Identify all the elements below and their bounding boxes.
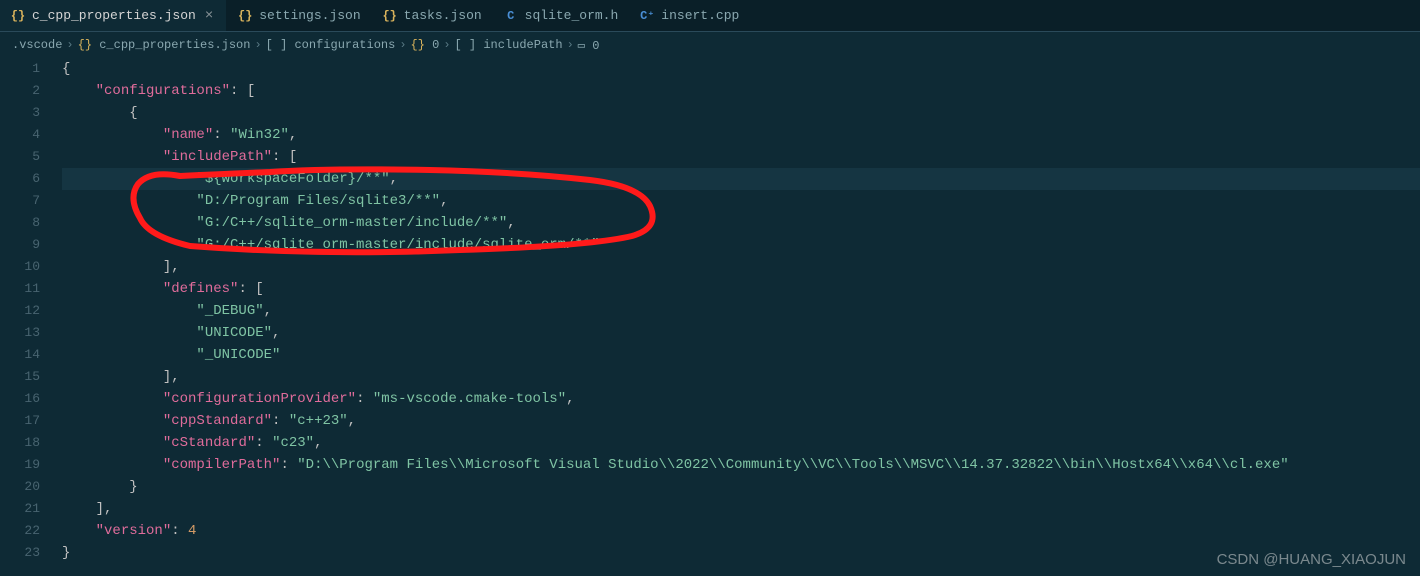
breadcrumbs[interactable]: .vscode›{} c_cpp_properties.json›[ ] con… bbox=[0, 32, 1420, 58]
file-icon: {} bbox=[10, 8, 26, 24]
code-line[interactable]: "configurationProvider": "ms-vscode.cmak… bbox=[62, 388, 1420, 410]
code-line[interactable]: "cStandard": "c23", bbox=[62, 432, 1420, 454]
code-editor[interactable]: 1234567891011121314151617181920212223 { … bbox=[0, 58, 1420, 576]
breadcrumb-item[interactable]: [ ] configurations bbox=[266, 38, 396, 52]
tab-label: sqlite_orm.h bbox=[525, 8, 619, 23]
tab-tasks-json[interactable]: {} tasks.json bbox=[372, 0, 493, 31]
breadcrumb-item[interactable]: .vscode bbox=[12, 38, 62, 52]
code-line[interactable]: } bbox=[62, 476, 1420, 498]
code-line[interactable]: ], bbox=[62, 256, 1420, 278]
editor-tabs: {}c_cpp_properties.json×{}settings.json{… bbox=[0, 0, 1420, 32]
breadcrumb-item[interactable]: ▭ 0 bbox=[578, 38, 600, 53]
breadcrumb-item[interactable]: {} 0 bbox=[411, 38, 440, 52]
tab-sqlite-orm-h[interactable]: Csqlite_orm.h bbox=[493, 0, 630, 31]
close-icon[interactable]: × bbox=[202, 8, 216, 24]
tab-label: settings.json bbox=[259, 8, 360, 23]
code-line[interactable]: "version": 4 bbox=[62, 520, 1420, 542]
code-line[interactable]: "compilerPath": "D:\\Program Files\\Micr… bbox=[62, 454, 1420, 476]
file-icon: C bbox=[503, 8, 519, 24]
code-line[interactable]: "_DEBUG", bbox=[62, 300, 1420, 322]
breadcrumb-item[interactable]: {} c_cpp_properties.json bbox=[78, 38, 251, 52]
code-line[interactable]: "defines": [ bbox=[62, 278, 1420, 300]
file-icon: {} bbox=[382, 8, 398, 24]
code-line[interactable]: ], bbox=[62, 366, 1420, 388]
code-line[interactable]: "G:/C++/sqlite_orm-master/include/sqlite… bbox=[62, 234, 1420, 256]
line-numbers: 1234567891011121314151617181920212223 bbox=[0, 58, 54, 564]
code-line[interactable]: { bbox=[62, 102, 1420, 124]
code-line[interactable]: "UNICODE", bbox=[62, 322, 1420, 344]
tab-c-cpp-properties-json[interactable]: {} c_cpp_properties.json × bbox=[0, 0, 227, 31]
code-line[interactable]: ], bbox=[62, 498, 1420, 520]
breadcrumb-item[interactable]: [ ] includePath bbox=[455, 38, 563, 52]
code-line[interactable]: "D:/Program Files/sqlite3/**", bbox=[62, 190, 1420, 212]
code-content[interactable]: { "configurations": [ { "name": "Win32",… bbox=[62, 58, 1420, 564]
tab-insert-cpp[interactable]: C⁺ insert.cpp bbox=[629, 0, 750, 31]
code-line[interactable]: "name": "Win32", bbox=[62, 124, 1420, 146]
tab-label: insert.cpp bbox=[661, 8, 739, 23]
code-line[interactable]: "configurations": [ bbox=[62, 80, 1420, 102]
code-line[interactable]: "G:/C++/sqlite_orm-master/include/**", bbox=[62, 212, 1420, 234]
code-line[interactable]: "includePath": [ bbox=[62, 146, 1420, 168]
file-icon: C⁺ bbox=[639, 8, 655, 24]
tab-label: c_cpp_properties.json bbox=[32, 8, 196, 23]
tab-label: tasks.json bbox=[404, 8, 482, 23]
code-line[interactable]: { bbox=[62, 58, 1420, 80]
code-line[interactable]: "_UNICODE" bbox=[62, 344, 1420, 366]
code-line[interactable]: "cppStandard": "c++23", bbox=[62, 410, 1420, 432]
file-icon: {} bbox=[237, 8, 253, 24]
tab-settings-json[interactable]: {} settings.json bbox=[227, 0, 371, 31]
code-line[interactable]: "${workspaceFolder}/**", bbox=[62, 168, 1420, 190]
watermark: CSDN @HUANG_XIAOJUN bbox=[1217, 551, 1406, 568]
